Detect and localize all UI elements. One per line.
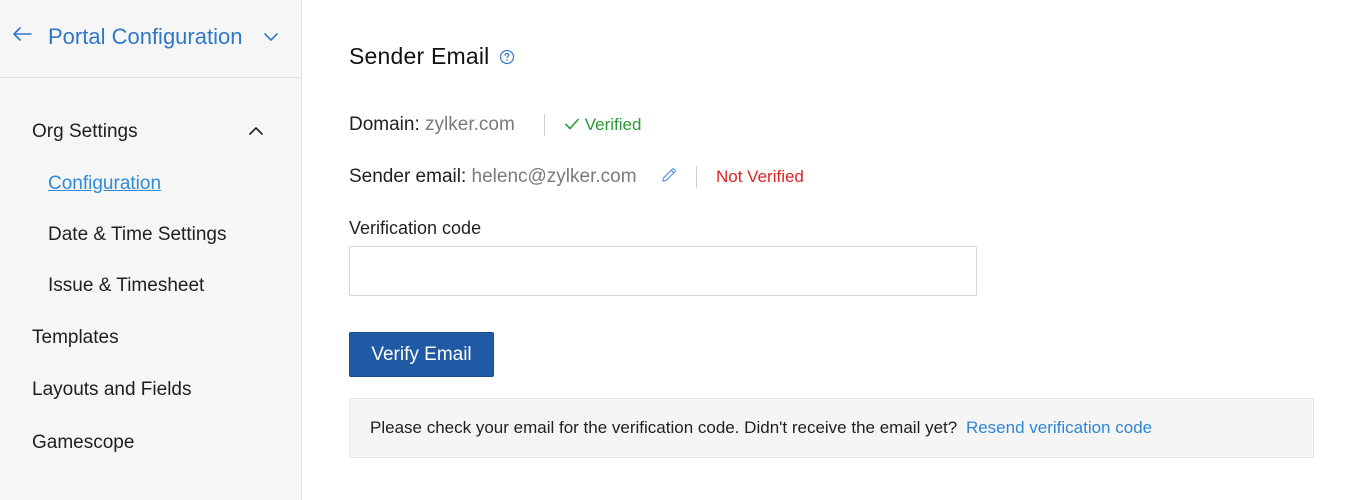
sidebar-item-gamescope[interactable]: Gamescope [32, 430, 134, 456]
domain-status-label: Verified [584, 115, 642, 134]
domain-status: Verified [564, 113, 641, 137]
main-content: Sender Email Domain: zylker.com Verified [302, 0, 1361, 500]
check-icon [564, 115, 585, 134]
verification-code-label: Verification code [349, 218, 482, 238]
arrow-left-icon[interactable] [10, 22, 34, 46]
domain-row: Domain: zylker.com [349, 112, 515, 138]
pencil-icon[interactable] [660, 166, 678, 184]
sender-email-row: Sender email: helenc@zylker.com [349, 164, 637, 190]
info-message: Please check your email for the verifica… [370, 417, 1152, 439]
app: Portal Configuration Org Settings Config… [0, 0, 1361, 500]
domain-separator [544, 114, 545, 136]
sender-email-label: Sender email: [349, 166, 467, 187]
chevron-down-icon[interactable] [262, 28, 280, 46]
sender-separator [696, 166, 697, 188]
domain-label: Domain: [349, 114, 420, 135]
question-circle-icon[interactable] [499, 49, 515, 65]
sidebar-item-configuration[interactable]: Configuration [48, 171, 161, 197]
sender-email-value: helenc@zylker.com [471, 166, 637, 187]
sidebar-item-templates[interactable]: Templates [32, 325, 119, 351]
domain-value: zylker.com [425, 114, 515, 135]
sidebar-item-date-time-settings[interactable]: Date & Time Settings [48, 222, 226, 248]
verify-email-button[interactable]: Verify Email [349, 332, 494, 377]
sidebar-item-issue-timesheet[interactable]: Issue & Timesheet [48, 273, 204, 299]
sidebar-item-layouts-and-fields[interactable]: Layouts and Fields [32, 377, 192, 403]
info-message-box: Please check your email for the verifica… [349, 398, 1314, 458]
sender-email-status: Not Verified [716, 167, 804, 186]
sidebar: Portal Configuration Org Settings Config… [0, 0, 302, 500]
resend-verification-code-link[interactable]: Resend verification code [966, 418, 1152, 437]
verification-code-input[interactable] [349, 246, 977, 296]
sidebar-section-org-settings[interactable]: Org Settings [32, 119, 138, 145]
chevron-up-icon[interactable] [247, 122, 265, 140]
portal-configuration-title[interactable]: Portal Configuration [48, 22, 242, 52]
sidebar-header: Portal Configuration [0, 0, 301, 78]
page-title: Sender Email [349, 43, 490, 69]
info-message-text: Please check your email for the verifica… [370, 418, 958, 437]
